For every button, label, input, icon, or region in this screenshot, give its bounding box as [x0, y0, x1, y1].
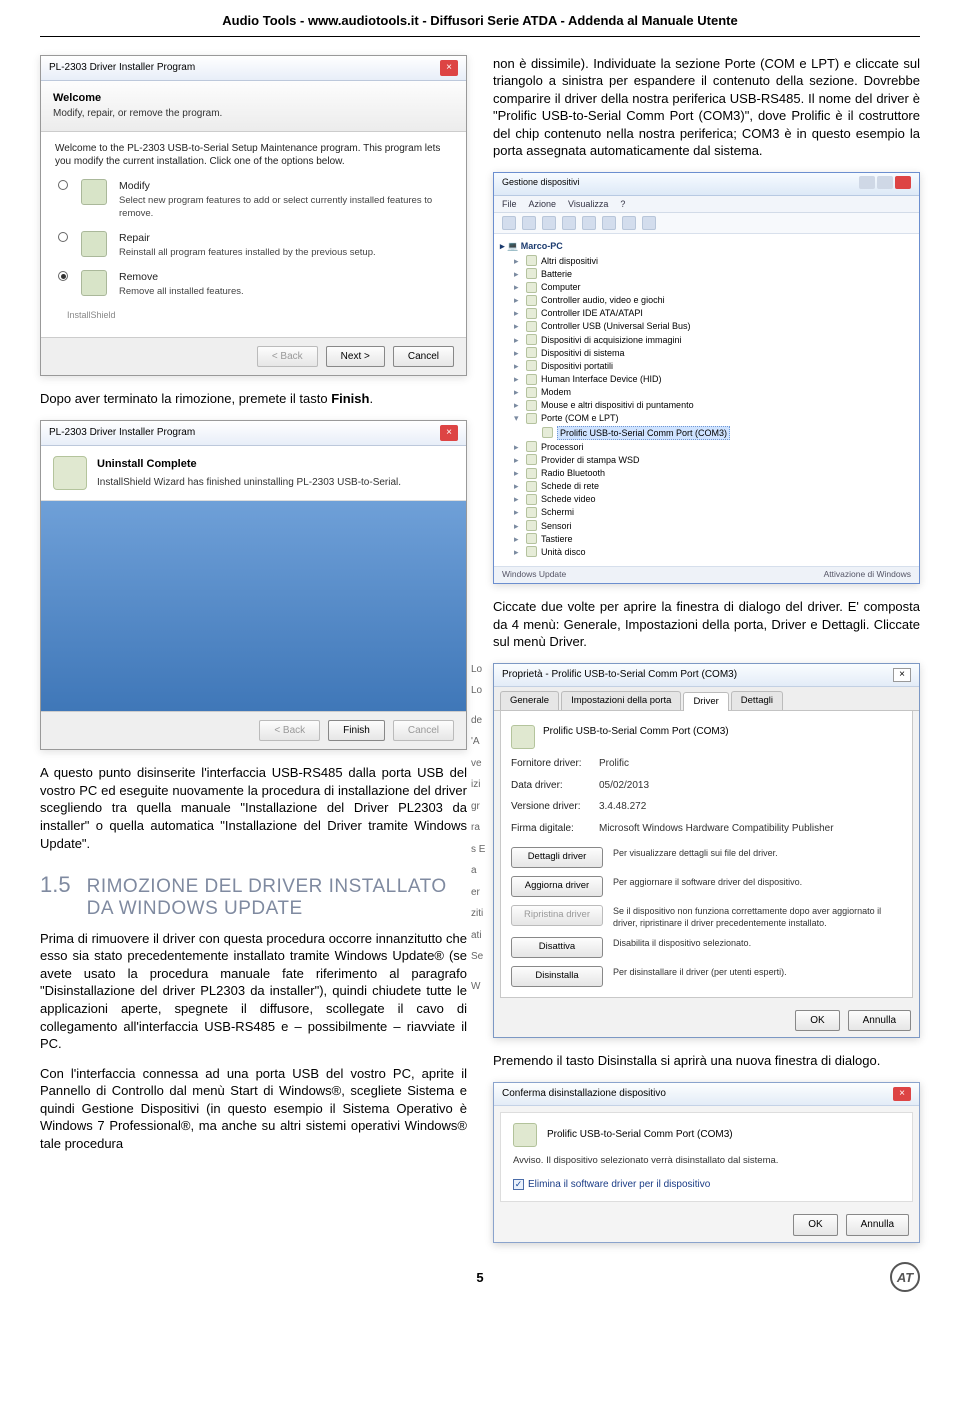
cropped-edge-text: LoLo de'Ave izigrra s Eaer zitiatiSe W: [471, 663, 485, 994]
confirm-device-name: Prolific USB-to-Serial Comm Port (COM3): [547, 1128, 733, 1142]
para-1-5-a: Prima di rimuovere il driver con questa …: [40, 930, 467, 1053]
confirm-warning: Avviso. Il dispositivo selezionato verrà…: [513, 1155, 900, 1168]
devmgr-footer-left: Windows Update: [502, 569, 566, 580]
properties-title: Proprietà - Prolific USB-to-Serial Comm …: [502, 668, 737, 682]
ripristina-driver-button: Ripristina driver: [511, 905, 603, 926]
disattiva-button[interactable]: Disattiva: [511, 937, 603, 958]
devmgr-title: Gestione dispositivi: [502, 176, 580, 192]
device-manager-window: Gestione dispositivi File Azione Visuali…: [493, 172, 920, 584]
right-para-2: Ciccate due volte per aprire la finestra…: [493, 598, 920, 651]
delete-driver-checkbox[interactable]: ✓ Elimina il software driver per il disp…: [513, 1178, 900, 1192]
device-icon: [513, 1123, 537, 1147]
uninstall-complete-desc: InstallShield Wizard has finished uninst…: [97, 476, 401, 490]
repair-label: Repair: [119, 231, 452, 245]
close-icon[interactable]: ×: [440, 425, 458, 441]
right-para-3: Premendo il tasto Disinstalla si aprirà …: [493, 1052, 920, 1070]
prolific-port-item[interactable]: Prolific USB-to-Serial Comm Port (COM3): [530, 425, 913, 440]
uninstall-complete-dialog: PL-2303 Driver Installer Program × Unins…: [40, 420, 467, 751]
right-para-1: non è dissimile). Individuate la sezione…: [493, 55, 920, 160]
installer-welcome-dialog: PL-2303 Driver Installer Program × Welco…: [40, 55, 467, 377]
remove-icon: [81, 270, 107, 296]
next-button[interactable]: Next >: [326, 346, 385, 368]
close-icon[interactable]: ×: [440, 60, 458, 76]
remove-label: Remove: [119, 270, 452, 284]
page-footer: 5 AT: [40, 1269, 920, 1287]
aggiorna-driver-button[interactable]: Aggiorna driver: [511, 876, 603, 897]
modify-label: Modify: [119, 179, 452, 193]
repair-icon: [81, 231, 107, 257]
modify-desc: Select new program features to add or se…: [119, 195, 452, 221]
annulla-button[interactable]: Annulla: [848, 1010, 911, 1032]
para-1-5-b: Con l'interfaccia connessa ad una porta …: [40, 1065, 467, 1153]
remove-radio[interactable]: [58, 271, 68, 281]
device-tree[interactable]: ▸ 💻 Marco-PC ▸Altri dispositivi ▸Batteri…: [494, 234, 919, 566]
window-buttons[interactable]: [857, 176, 911, 192]
welcome-heading: Welcome: [53, 91, 454, 106]
device-icon: [511, 725, 535, 749]
para-after-uninstall: A questo punto disinserite l'interfaccia…: [40, 764, 467, 852]
tab-generale[interactable]: Generale: [500, 691, 559, 711]
devmgr-menubar[interactable]: File Azione Visualizza ?: [494, 196, 919, 213]
complete-icon: [53, 456, 87, 490]
tab-impostazioni[interactable]: Impostazioni della porta: [561, 691, 681, 711]
finish-button[interactable]: Finish: [328, 720, 385, 742]
uninstall-complete-heading: Uninstall Complete: [97, 457, 401, 472]
devmgr-toolbar[interactable]: [494, 213, 919, 234]
close-icon[interactable]: ×: [893, 1087, 911, 1101]
modify-radio[interactable]: [58, 180, 68, 190]
properties-tabs[interactable]: Generale Impostazioni della porta Driver…: [494, 687, 919, 712]
after-remove-text: Dopo aver terminato la rimozione, premet…: [40, 390, 467, 408]
back-button: < Back: [259, 720, 320, 742]
back-button: < Back: [257, 346, 318, 368]
dialog-title: PL-2303 Driver Installer Program: [49, 426, 195, 440]
ok-button[interactable]: OK: [793, 1214, 837, 1236]
annulla-button[interactable]: Annulla: [846, 1214, 909, 1236]
disinstalla-button[interactable]: Disinstalla: [511, 966, 603, 987]
remove-desc: Remove all installed features.: [119, 286, 452, 299]
wizard-bg: [41, 501, 466, 711]
confirm-title: Conferma disinstallazione dispositivo: [502, 1087, 666, 1101]
dettagli-driver-button[interactable]: Dettagli driver: [511, 847, 603, 868]
section-1-5-heading: 1.5 RIMOZIONE DEL DRIVER INSTALLATODA WI…: [40, 870, 467, 920]
devmgr-footer-right: Attivazione di Windows: [824, 569, 911, 580]
page-number: 5: [476, 1270, 483, 1285]
confirm-uninstall-dialog: Conferma disinstallazione dispositivo × …: [493, 1082, 920, 1243]
repair-radio[interactable]: [58, 232, 68, 242]
cancel-button: Cancel: [393, 720, 454, 742]
repair-desc: Reinstall all program features installed…: [119, 247, 452, 260]
modify-icon: [81, 179, 107, 205]
brand-logo-icon: AT: [890, 1262, 920, 1292]
page-header: Audio Tools - www.audiotools.it - Diffus…: [40, 12, 920, 37]
close-icon[interactable]: ×: [893, 668, 911, 682]
device-name: Prolific USB-to-Serial Comm Port (COM3): [543, 725, 729, 739]
installshield-label: InstallShield: [55, 309, 452, 321]
intro-text: Welcome to the PL-2303 USB-to-Serial Set…: [55, 142, 452, 169]
ok-button[interactable]: OK: [795, 1010, 839, 1032]
tab-driver[interactable]: Driver: [683, 692, 728, 712]
driver-properties-dialog: Proprietà - Prolific USB-to-Serial Comm …: [493, 663, 920, 1039]
dialog-title: PL-2303 Driver Installer Program: [49, 61, 195, 75]
cancel-button[interactable]: Cancel: [393, 346, 454, 368]
welcome-subheading: Modify, repair, or remove the program.: [53, 107, 454, 121]
tab-dettagli[interactable]: Dettagli: [731, 691, 783, 711]
